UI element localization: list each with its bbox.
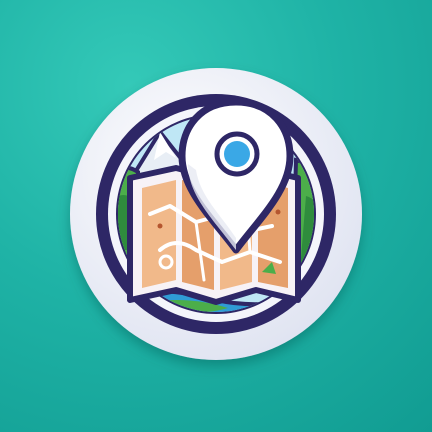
map-location-icon bbox=[70, 68, 362, 360]
pin-dot bbox=[224, 141, 250, 167]
icon-canvas bbox=[0, 0, 432, 432]
